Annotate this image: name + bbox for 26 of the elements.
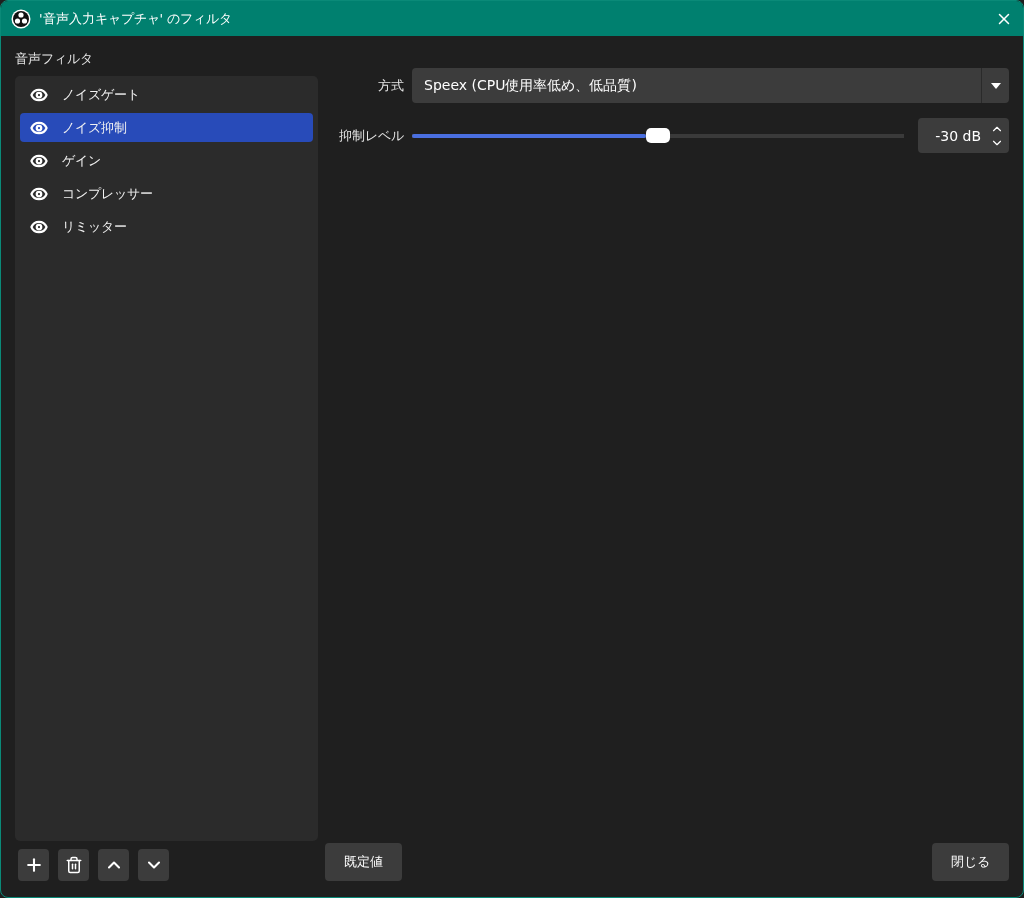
filter-item[interactable]: コンプレッサー	[20, 179, 313, 208]
dropdown-arrow-icon	[990, 82, 1001, 89]
method-dropdown[interactable]: Speex (CPU使用率低め、低品質)	[412, 68, 1009, 103]
filter-item[interactable]: ノイズ抑制	[20, 113, 313, 142]
add-button[interactable]	[18, 849, 49, 881]
filter-name: リミッター	[62, 217, 127, 236]
slider-thumb[interactable]	[646, 128, 670, 143]
filter-name: コンプレッサー	[62, 184, 153, 203]
close-button[interactable]: 閉じる	[932, 843, 1009, 881]
trash-icon	[64, 856, 83, 874]
filter-name: ゲイン	[62, 151, 101, 170]
filter-name: ノイズ抑制	[62, 118, 127, 137]
delete-button[interactable]	[58, 849, 89, 881]
field-label: 方式	[377, 76, 404, 95]
filter-name: ノイズゲート	[62, 85, 140, 104]
section-heading: 音声フィルタ	[15, 50, 94, 68]
filter-item[interactable]: ノイズゲート	[20, 80, 313, 109]
move-down-button[interactable]	[138, 849, 169, 881]
logo-icon	[11, 8, 31, 29]
level-spinbox[interactable]: -30 dB	[918, 118, 1009, 153]
filter-item[interactable]: リミッター	[20, 212, 313, 241]
defaults-button[interactable]: 既定値	[325, 843, 402, 881]
move-up-button[interactable]	[98, 849, 129, 881]
filter-item[interactable]: ゲイン	[20, 146, 313, 175]
window-title: '音声入力キャプチャ' のフィルタ	[39, 9, 234, 28]
field-label: 抑制レベル	[338, 126, 404, 145]
